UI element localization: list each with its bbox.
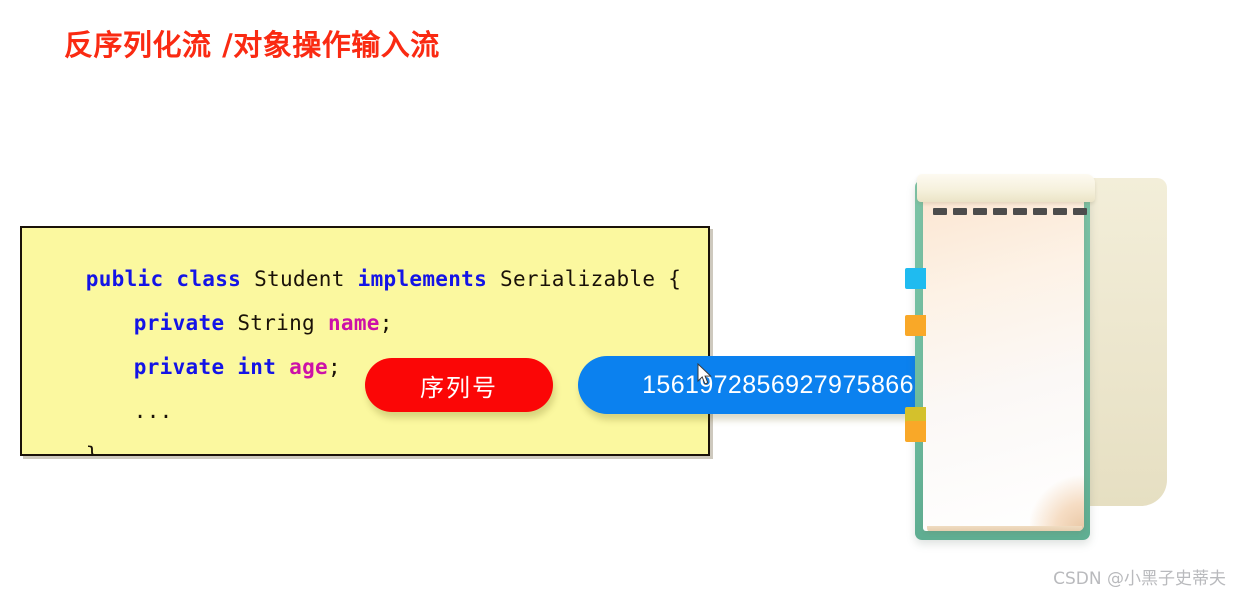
code-token-keyword: class	[176, 267, 242, 291]
notepad-spiral-hole	[933, 208, 947, 215]
code-token-keyword: public	[85, 267, 164, 291]
code-token-plain: Serializable {	[487, 267, 682, 291]
notepad-bookmark-tab-cyan	[905, 268, 926, 289]
code-token-plain: ...	[133, 399, 173, 423]
notepad-spiral-hole	[953, 208, 967, 215]
notepad-spiral-hole	[973, 208, 987, 215]
code-token-plain: }	[85, 443, 99, 456]
notepad-bookmark-tab-orange-top	[905, 315, 926, 336]
code-token-plain: ;	[327, 355, 341, 379]
code-token-field: age	[289, 355, 328, 379]
code-token-plain: Student	[241, 267, 358, 291]
notepad-spiral-hole	[993, 208, 1007, 215]
code-token-keyword: private	[133, 311, 225, 335]
code-token-keyword: int	[237, 355, 277, 379]
code-token-keyword: private	[133, 355, 225, 379]
notepad-spiral-hole	[1013, 208, 1027, 215]
notepad-bookmark-tab-orange-bottom	[905, 421, 926, 442]
notepad-spiral-hole	[1053, 208, 1067, 215]
serial-version-uid-value: 1561972856927975866	[642, 370, 914, 399]
notepad-page-edge	[927, 526, 1082, 531]
notepad-binding-bar	[917, 174, 1095, 202]
code-token-plain: ;	[379, 311, 393, 335]
code-token-plain: String	[224, 311, 328, 335]
notepad-page-corner-fold	[1030, 471, 1084, 531]
code-token-keyword: implements	[357, 267, 488, 291]
serial-number-label-pill: 序列号	[365, 358, 553, 412]
code-line: }	[34, 422, 99, 456]
serial-number-label-text: 序列号	[420, 373, 498, 402]
notepad-spiral-hole	[1073, 208, 1087, 215]
code-token-field: name	[327, 311, 380, 335]
notepad-spiral-hole	[1033, 208, 1047, 215]
code-snippet-panel: public class Student implements Serializ…	[20, 226, 710, 456]
watermark: CSDN @小黑子史蒂夫	[1053, 569, 1226, 589]
notepad-illustration	[905, 168, 1195, 548]
page-title: 反序列化流 /对象操作输入流	[64, 28, 440, 62]
notepad-page	[923, 194, 1084, 531]
